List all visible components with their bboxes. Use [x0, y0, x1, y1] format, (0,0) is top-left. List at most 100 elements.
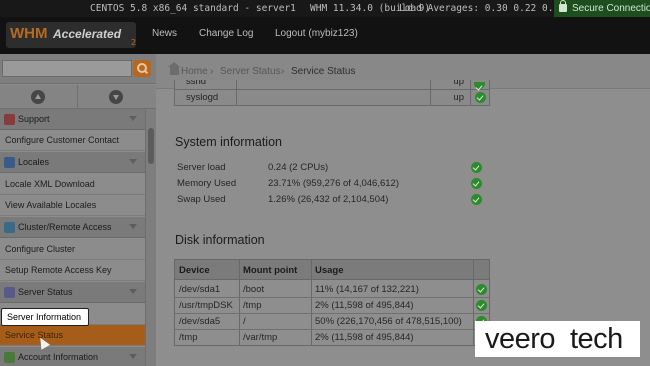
tooltip: Server Information: [1, 308, 89, 326]
nav-news[interactable]: News: [152, 28, 177, 39]
chevron-down-icon: [129, 289, 137, 294]
check-icon: [471, 178, 482, 189]
divider: [175, 297, 489, 298]
check-icon: [475, 92, 486, 103]
chevron-down-icon: [129, 224, 137, 229]
logo-whm: WHM: [10, 25, 48, 42]
sidebar-scrollbar[interactable]: [145, 109, 156, 366]
check-icon: [476, 300, 487, 311]
veerotech-watermark: veero tech: [475, 321, 640, 357]
sidebar-item-locale-xml-download[interactable]: Locale XML Download: [0, 174, 145, 195]
scroll-up-icon[interactable]: [31, 90, 45, 104]
disk-mount: /tmp: [243, 300, 262, 311]
disk-usage: 2% (11,598 of 495,844): [315, 332, 414, 343]
home-icon[interactable]: [168, 62, 180, 75]
disk-usage: 11% (14,167 of 132,221): [315, 284, 419, 295]
breadcrumb-sep: ›: [281, 66, 285, 77]
sidebar-search: [0, 54, 156, 84]
logo-number: 2: [131, 38, 137, 47]
check-icon: [471, 162, 482, 173]
service-name: sshd: [175, 80, 237, 89]
disk-mount: /boot: [243, 284, 265, 295]
sidebar-section-label: Account Information: [18, 352, 99, 362]
disk-table: Device Mount point Usage /dev/sda1 /boot…: [174, 259, 490, 346]
column-header-device: Device: [179, 265, 210, 276]
sidebar-section-cluster[interactable]: Cluster/Remote Access: [0, 217, 145, 238]
disk-usage: 2% (11,598 of 495,844): [315, 300, 414, 311]
sidebar-section-label: Support: [18, 114, 50, 124]
scrollbar-thumb[interactable]: [148, 128, 154, 164]
disk-device: /tmp: [179, 332, 198, 343]
breadcrumb-sep: ›: [210, 66, 214, 77]
disk-table-header: Device Mount point Usage: [175, 260, 489, 280]
sidebar-item-view-available-locales[interactable]: View Available Locales: [0, 195, 145, 216]
divider: [175, 313, 489, 314]
disk-device: /dev/sda1: [179, 284, 221, 295]
chevron-down-icon: [129, 354, 137, 359]
divider: [175, 329, 489, 330]
disk-device: /usr/tmpDSK: [179, 300, 233, 311]
disk-mount: /var/tmp: [243, 332, 278, 343]
system-value: 0.24 (2 CPUs): [268, 162, 329, 173]
disk-mount: /: [243, 316, 246, 327]
sidebar-item-configure-customer-contact[interactable]: Configure Customer Contact: [0, 130, 145, 151]
divider: [311, 260, 312, 345]
sidebar-section-label: Server Status: [18, 287, 73, 297]
os-info: CENTOS 5.8 x86_64 standard - server1: [90, 3, 296, 14]
system-label: Swap Used: [177, 194, 226, 205]
disk-device: /dev/sda5: [179, 316, 221, 327]
system-info-title: System information: [175, 135, 282, 149]
lock-icon: [559, 0, 567, 12]
logo-accelerated: Accelerated: [53, 27, 122, 41]
sidebar-scroll-controls: [0, 85, 156, 109]
disk-info-title: Disk information: [175, 233, 265, 247]
main-content: Home › Server Status › Service Status ss…: [156, 54, 650, 366]
system-value: 1.26% (26,432 of 2,104,504): [268, 194, 389, 205]
system-value: 23.71% (959,276 of 4,046,612): [268, 178, 399, 189]
sidebar-search-input[interactable]: [2, 60, 132, 77]
column-header-usage: Usage: [315, 265, 344, 276]
cluster-icon: [4, 222, 15, 233]
status-bar: CENTOS 5.8 x86_64 standard - server1 WHM…: [0, 0, 650, 17]
breadcrumb-home[interactable]: Home: [181, 66, 208, 77]
secure-connection-label: Secure Connection: [572, 3, 650, 14]
server-status-icon: [4, 287, 15, 298]
sidebar-item-configure-cluster[interactable]: Configure Cluster: [0, 239, 145, 260]
divider: [77, 85, 78, 109]
check-icon: [476, 284, 487, 295]
locales-icon: [4, 157, 15, 168]
system-label: Memory Used: [177, 178, 237, 189]
sidebar-section-account-information[interactable]: Account Information: [0, 347, 145, 366]
sidebar-item-setup-remote-access-key[interactable]: Setup Remote Access Key: [0, 260, 145, 281]
account-info-icon: [4, 352, 15, 363]
breadcrumb-server-status[interactable]: Server Status: [220, 66, 281, 77]
search-icon[interactable]: [133, 60, 151, 77]
check-icon: [471, 194, 482, 205]
sidebar-section-support[interactable]: Support: [0, 109, 145, 130]
service-detail: [237, 80, 431, 89]
column-header-mount: Mount point: [243, 265, 298, 276]
header: WHM Accelerated 2 News Change Log Logout…: [0, 17, 650, 54]
disk-usage: 50% (226,170,456 of 478,515,100): [315, 316, 462, 327]
whm-logo[interactable]: WHM Accelerated 2: [6, 22, 136, 48]
divider: [239, 260, 240, 345]
breadcrumb-service-status: Service Status: [291, 66, 356, 77]
service-status: up: [431, 80, 471, 89]
watermark-text-tech: tech: [570, 323, 623, 355]
nav-change-log[interactable]: Change Log: [199, 28, 254, 39]
scroll-down-icon[interactable]: [109, 90, 123, 104]
chevron-down-icon: [129, 159, 137, 164]
service-name: syslogd: [175, 90, 237, 105]
sidebar-section-label: Locales: [18, 157, 50, 167]
sidebar-section-server-status[interactable]: Server Status: [0, 282, 145, 303]
chevron-down-icon: [129, 116, 137, 121]
service-detail: [237, 90, 431, 105]
load-averages: Load Averages: 0.30 0.22 0.16: [399, 3, 565, 14]
nav-logout[interactable]: Logout (mybiz123): [275, 28, 358, 39]
system-label: Server load: [177, 162, 226, 173]
sidebar-section-label: Cluster/Remote Access: [18, 222, 112, 232]
sidebar-section-locales[interactable]: Locales: [0, 152, 145, 173]
sidebar-item-service-status[interactable]: Service Status: [0, 325, 145, 346]
secure-connection-badge: Secure Connection: [554, 0, 650, 17]
watermark-text-veero: veero: [485, 323, 556, 355]
